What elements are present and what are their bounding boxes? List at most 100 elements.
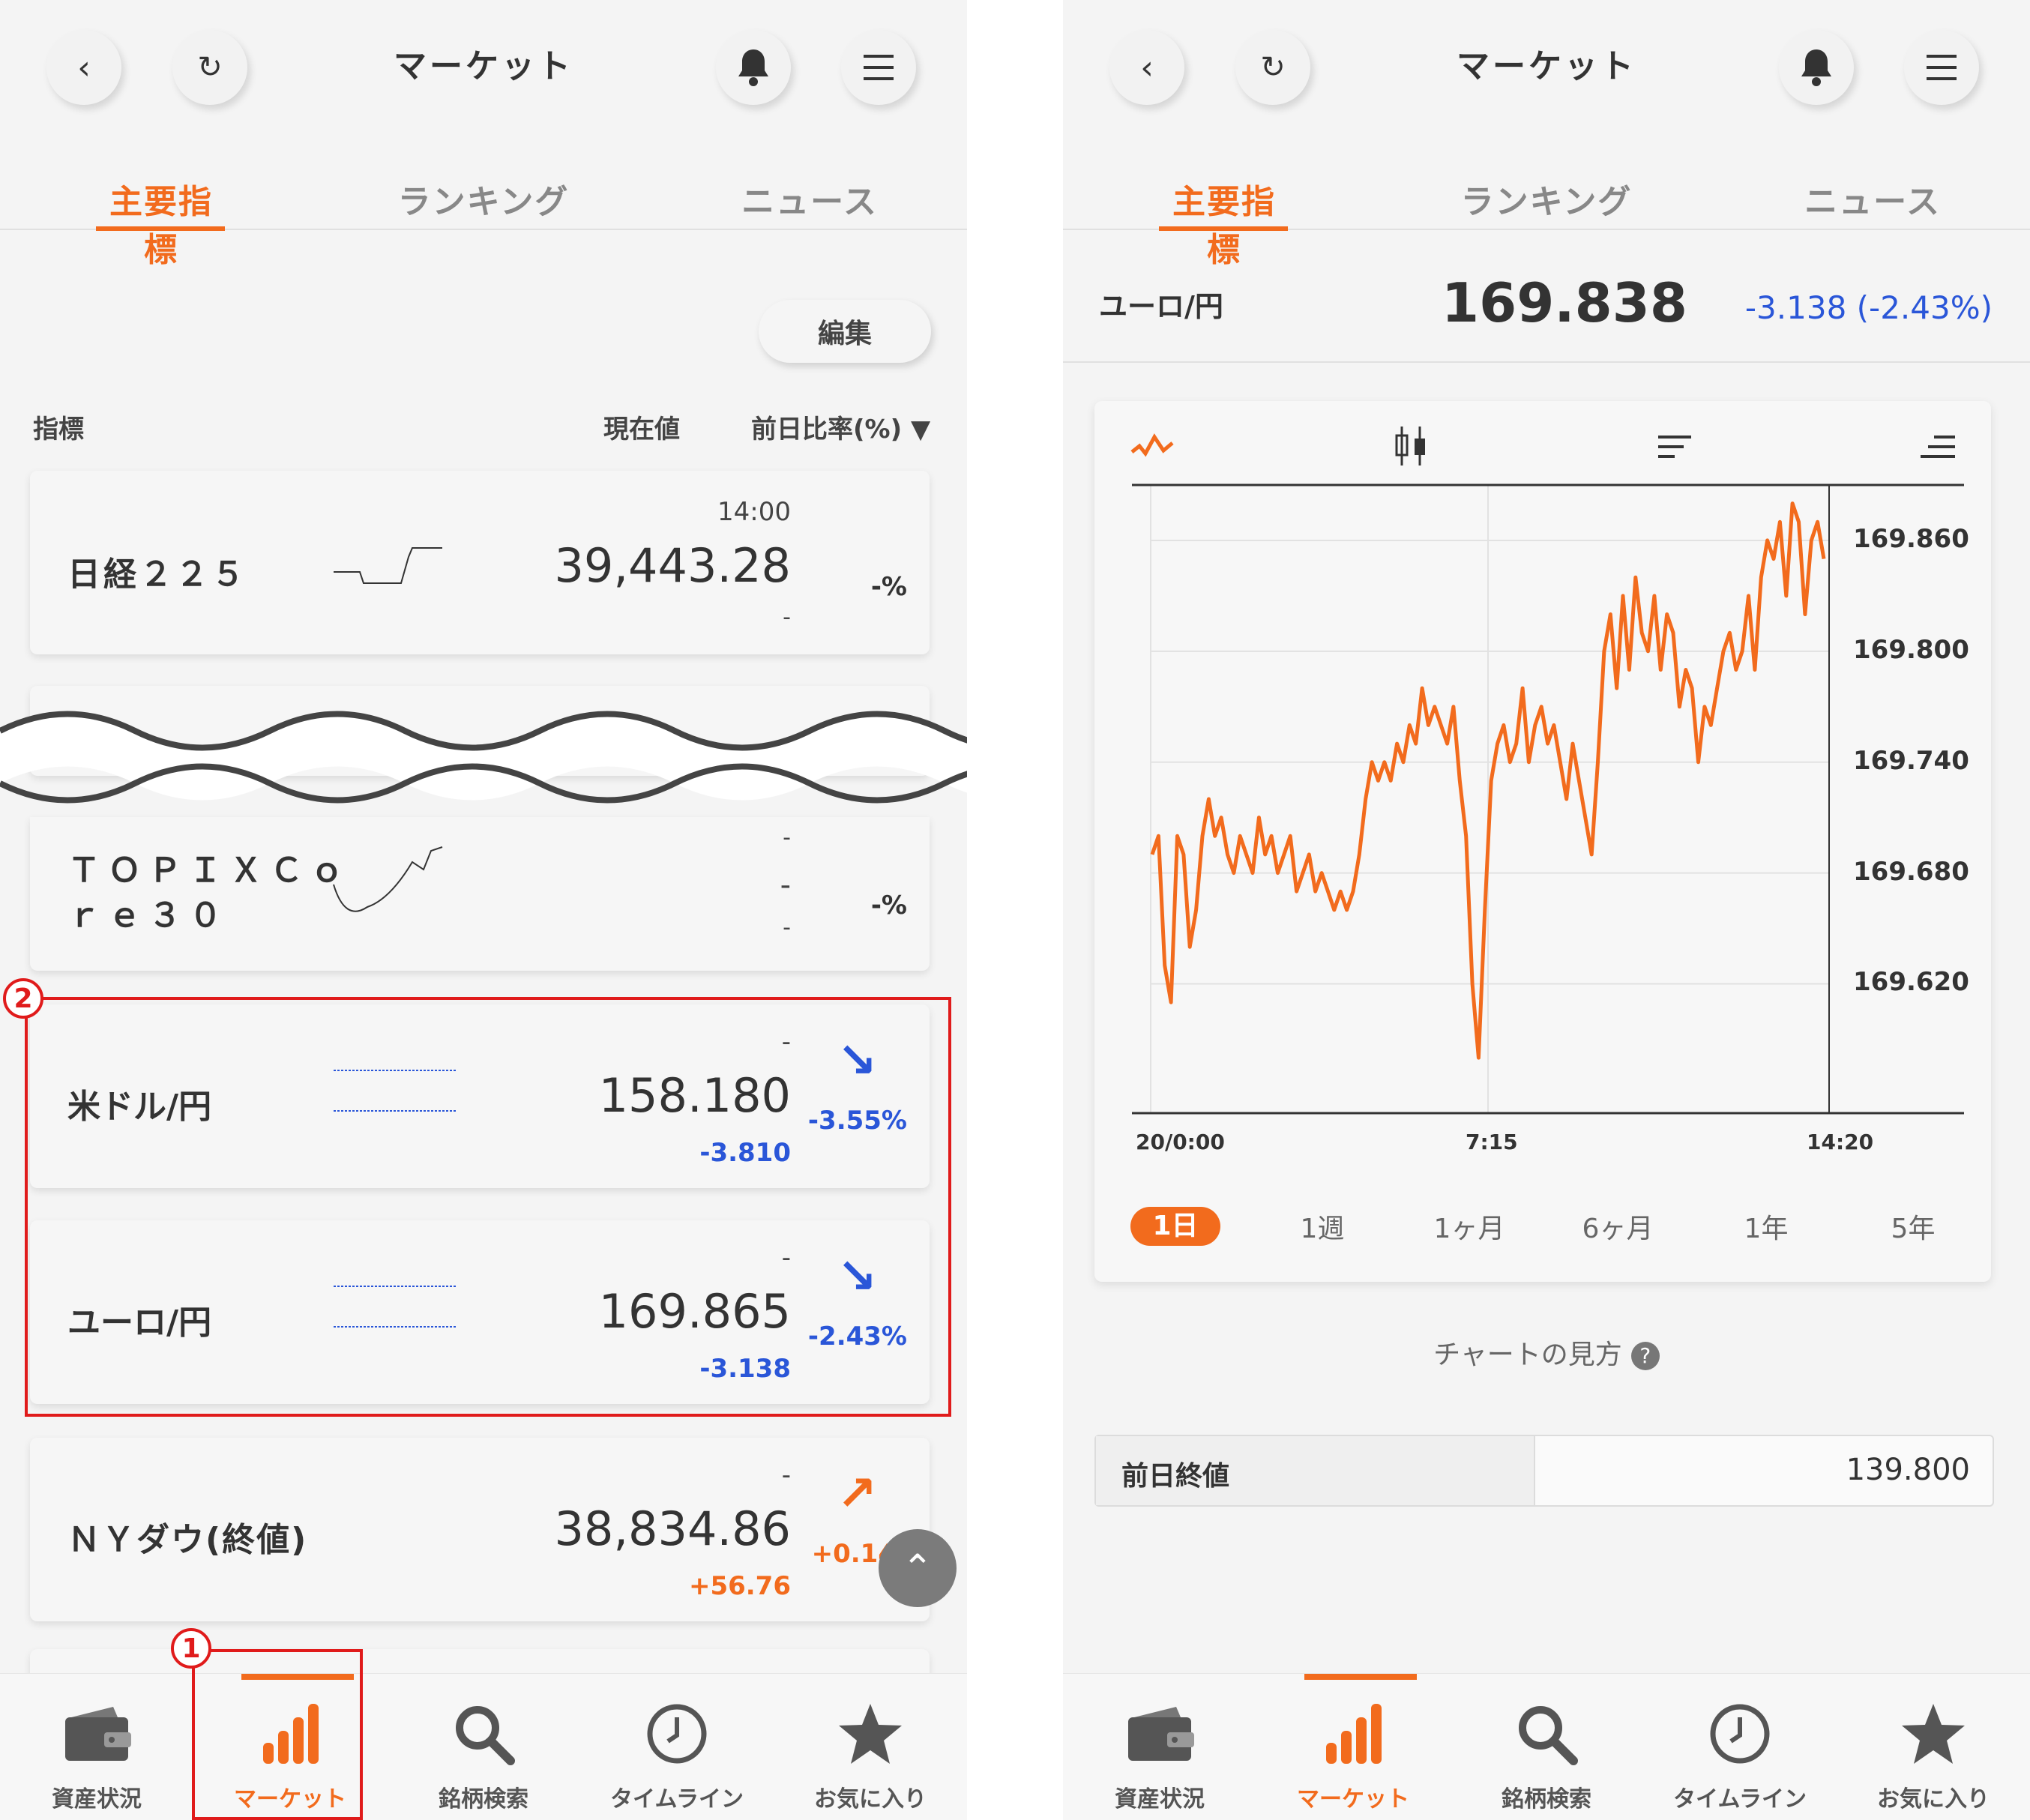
quote-summary: ユーロ/円 169.838 -3.138 (-2.43%) bbox=[1063, 232, 2030, 363]
annotation-marker-2: 2 bbox=[3, 978, 43, 1019]
previous-close-row: 前日終値 139.800 bbox=[1094, 1435, 1994, 1507]
card-name-line1: ＴＯＰＩＸＣｏ bbox=[67, 852, 351, 890]
nav-item-favorites[interactable]: お気に入り bbox=[774, 1674, 967, 1820]
bottom-nav: 資産状況 マーケット 銘柄検索 タイムライン お気に入り bbox=[1063, 1673, 2030, 1820]
period-1w[interactable]: 1週 bbox=[1277, 1207, 1367, 1246]
wavy-break-divider bbox=[0, 711, 967, 804]
card-value: 38,834.86 bbox=[554, 1501, 791, 1556]
tab-indicators[interactable]: 主要指標 bbox=[94, 175, 229, 271]
card-time: 14:00 bbox=[717, 497, 791, 527]
y-tick-label: 169.860 bbox=[1853, 523, 1969, 554]
notification-button[interactable] bbox=[1779, 30, 1854, 105]
star-icon bbox=[1902, 1704, 1965, 1764]
nav-label: 銘柄検索 bbox=[439, 1786, 528, 1813]
pair-name: ユーロ/円 bbox=[1099, 290, 1223, 323]
chart-card: 169.860 169.800 169.740 169.680 169.620 20/0… bbox=[1094, 401, 1991, 1282]
card-value: - bbox=[780, 868, 791, 903]
card-pct: -% bbox=[870, 891, 907, 920]
market-detail-screen: ‹ ↻ マーケット 主要指標 ランキング ニュース ユーロ/円 169.838 … bbox=[1063, 0, 2030, 1820]
clock-icon bbox=[647, 1704, 707, 1764]
period-5y[interactable]: 5年 bbox=[1868, 1207, 1958, 1246]
active-tab-indicator bbox=[96, 226, 225, 231]
nav-label: タイムライン bbox=[610, 1786, 744, 1813]
search-icon bbox=[1519, 1706, 1578, 1765]
nav-item-favorites[interactable]: お気に入り bbox=[1837, 1674, 2030, 1820]
card-nikkei[interactable]: 日経２２５ 14:00 39,443.28 - -% bbox=[30, 471, 930, 654]
sparkline bbox=[333, 846, 443, 912]
star-icon bbox=[839, 1704, 902, 1764]
price-line-chart[interactable] bbox=[1094, 401, 1991, 1181]
hamburger-icon bbox=[1927, 55, 1957, 80]
card-topix[interactable]: ＴＯＰＩＸＣｏ ｒｅ３０ - - - -% bbox=[30, 817, 930, 971]
card-change: - bbox=[783, 914, 791, 941]
bottom-nav: 資産状況 マーケット 銘柄検索 タイムライン お気に入り bbox=[0, 1673, 967, 1820]
price-change: -3.138 (-2.43%) bbox=[1744, 289, 1993, 326]
nav-item-search[interactable]: 銘柄検索 bbox=[387, 1674, 580, 1820]
nav-item-timeline[interactable]: タイムライン bbox=[580, 1674, 774, 1820]
tab-ranking[interactable]: ランキング bbox=[397, 175, 570, 223]
chevron-up-icon: ⌃ bbox=[902, 1546, 933, 1590]
period-1y[interactable]: 1年 bbox=[1721, 1207, 1811, 1246]
nav-item-search[interactable]: 銘柄検索 bbox=[1450, 1674, 1643, 1820]
tab-bar: 主要指標 ランキング ニュース bbox=[0, 154, 967, 269]
nav-item-timeline[interactable]: タイムライン bbox=[1643, 1674, 1837, 1820]
menu-button[interactable] bbox=[1904, 30, 1979, 105]
previous-close-label: 前日終値 bbox=[1121, 1461, 1230, 1492]
card-name-line2: ｒｅ３０ bbox=[67, 897, 229, 935]
page-title: マーケット bbox=[394, 47, 573, 85]
tab-news[interactable]: ニュース bbox=[1798, 175, 1948, 223]
nav-label: マーケット bbox=[1297, 1786, 1409, 1813]
card-time: - bbox=[783, 825, 791, 851]
period-6m[interactable]: 6ヶ月 bbox=[1573, 1207, 1663, 1246]
nav-label: お気に入り bbox=[1877, 1786, 1990, 1813]
column-header-indicator: 指標 bbox=[33, 415, 84, 445]
nav-item-assets[interactable]: 資産状況 bbox=[1063, 1674, 1256, 1820]
column-header-change[interactable]: 前日比率(%) ▼ bbox=[751, 409, 930, 445]
menu-button[interactable] bbox=[841, 30, 916, 105]
card-time: - bbox=[781, 1460, 791, 1490]
nav-label: お気に入り bbox=[814, 1786, 927, 1813]
card-name: ＮＹダウ(終値) bbox=[67, 1521, 308, 1559]
y-tick-label: 169.800 bbox=[1853, 634, 1969, 665]
nav-label: 資産状況 bbox=[1115, 1786, 1205, 1813]
notification-button[interactable] bbox=[716, 30, 791, 105]
card-change: +56.76 bbox=[688, 1571, 791, 1601]
card-change: - bbox=[783, 604, 791, 630]
column-header-current: 現在値 bbox=[603, 415, 680, 445]
edit-button[interactable]: 編集 bbox=[759, 300, 931, 363]
active-nav-indicator bbox=[1304, 1674, 1417, 1680]
clock-icon bbox=[1710, 1704, 1770, 1764]
nav-item-market[interactable]: マーケット bbox=[1256, 1674, 1450, 1820]
period-1d[interactable]: 1日 bbox=[1130, 1207, 1220, 1246]
period-1m[interactable]: 1ヶ月 bbox=[1424, 1207, 1514, 1246]
tab-news[interactable]: ニュース bbox=[735, 175, 885, 223]
card-name: 日経２２５ bbox=[67, 555, 247, 594]
chart-help-link[interactable]: チャートの見方? bbox=[1063, 1333, 2030, 1372]
current-price: 169.838 bbox=[1442, 271, 1687, 334]
annotation-box-1 bbox=[192, 1649, 363, 1820]
up-arrow-icon: ↗ bbox=[837, 1466, 877, 1522]
y-tick-label: 169.680 bbox=[1853, 856, 1969, 887]
page-title: マーケット bbox=[1457, 47, 1636, 85]
nav-label: 銘柄検索 bbox=[1502, 1786, 1591, 1813]
x-tick-label: 20/0:00 bbox=[1136, 1130, 1225, 1154]
card-pct: -% bbox=[870, 572, 907, 602]
x-tick-label: 14:20 bbox=[1807, 1130, 1874, 1154]
active-tab-indicator bbox=[1159, 226, 1288, 231]
hamburger-icon bbox=[864, 55, 894, 80]
tab-ranking[interactable]: ランキング bbox=[1460, 175, 1633, 223]
wallet-icon bbox=[65, 1707, 131, 1761]
card-nydow[interactable]: ＮＹダウ(終値) - 38,834.86 +56.76 ↗ +0.14 bbox=[30, 1438, 930, 1621]
scroll-to-top-button[interactable]: ⌃ bbox=[879, 1529, 957, 1607]
nav-item-assets[interactable]: 資産状況 bbox=[0, 1674, 193, 1820]
sparkline bbox=[334, 547, 442, 584]
annotation-marker-1: 1 bbox=[171, 1628, 211, 1669]
bar-chart-icon bbox=[1326, 1704, 1382, 1764]
chart-help-text: チャートの見方 bbox=[1433, 1340, 1622, 1370]
previous-close-value: 139.800 bbox=[1846, 1453, 1970, 1487]
tab-bar: 主要指標 ランキング ニュース bbox=[1063, 154, 2030, 269]
bell-icon bbox=[1801, 49, 1831, 86]
wallet-icon bbox=[1128, 1707, 1194, 1761]
nav-label: タイムライン bbox=[1673, 1786, 1807, 1813]
market-list-screen: ‹ ↻ マーケット 主要指標 ランキング ニュース 編集 指標 現在値 前日比率… bbox=[0, 0, 967, 1820]
